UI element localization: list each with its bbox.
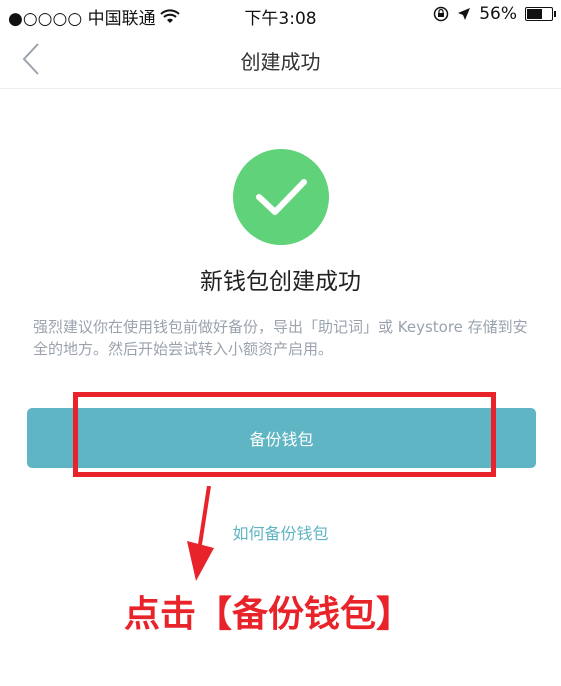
- success-title: 新钱包创建成功: [200, 269, 361, 295]
- success-check-icon: [233, 149, 329, 245]
- nav-bar: 创建成功: [0, 30, 561, 89]
- annotation-text: 点击【备份钱包】: [124, 594, 413, 635]
- highlight-box: [73, 392, 496, 477]
- page-title: 创建成功: [240, 50, 321, 74]
- location-icon: [458, 8, 471, 20]
- backup-advice: 强烈建议你在使用钱包前做好备份，导出「助记词」或 Keystore 存储到安全的…: [33, 318, 528, 358]
- status-bar: ●○○○○ 中国联通 下午3:08 56%: [0, 0, 561, 30]
- battery-icon: [525, 7, 556, 21]
- battery-percent: 56%: [479, 4, 517, 24]
- how-to-backup-link[interactable]: 如何备份钱包: [0, 520, 561, 544]
- rotation-lock-icon: [433, 6, 449, 22]
- status-right: 56%: [433, 4, 556, 24]
